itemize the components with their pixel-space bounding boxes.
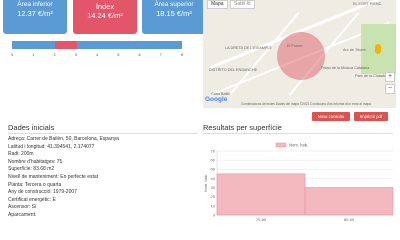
map-label: EL FORT PIENC xyxy=(353,2,382,6)
google-logo: Google xyxy=(205,96,228,103)
lower-area-box: Àrea inferior 12.37 €/m² xyxy=(3,0,67,34)
data-item: Nombre d'habitatges: 75 xyxy=(8,158,63,165)
map-label: El Fòrum xyxy=(287,44,303,48)
print-pdf-button[interactable]: Imprimir pdf xyxy=(354,112,388,121)
data-item: Radi: 200m xyxy=(8,151,34,158)
initial-data-title: Dades inicials xyxy=(8,123,55,132)
map-label: DISTRITO DEL ENSANCHE xyxy=(209,68,258,72)
map[interactable]: Mapa Satèl·lit LA DRETA DE L'EIXAMPLE DI… xyxy=(203,0,396,108)
scale-tick-label: 0 xyxy=(11,52,14,57)
data-item: Superfície: 83.68 m2 xyxy=(8,166,55,173)
scale-tick-label: 1 xyxy=(32,52,35,57)
y-tick-label: 0 xyxy=(213,212,216,217)
y-tick-label: 20 xyxy=(211,194,216,199)
data-item: Certificat energètic: E xyxy=(8,196,56,203)
index-value: 14.24 €/m² xyxy=(87,11,123,20)
data-item: Planta: Tercera o quarta xyxy=(8,181,62,188)
price-scale-highlight xyxy=(55,41,77,49)
index-title: Índex xyxy=(95,2,115,11)
y-tick-label: 40 xyxy=(211,176,216,181)
y-tick-label: 60 xyxy=(211,158,216,163)
y-tick-label: 10 xyxy=(211,203,216,208)
initial-data-list: Adreça: Carrer de Bailèn, 50, Barcelona,… xyxy=(8,136,198,220)
results-chart: Nom. hab. 0 10 20 30 40 50 60 70 Nom. hab. 70-80 80… xyxy=(203,142,394,222)
lower-area-value: 12.37 €/m² xyxy=(17,8,53,18)
radius-circle xyxy=(277,32,325,80)
data-item: Ascensor: Sí xyxy=(8,204,37,211)
divider xyxy=(8,133,198,134)
price-scale-bar xyxy=(12,41,182,49)
legend-label: Nom. hab. xyxy=(289,143,308,148)
data-item: Adreça: Carrer de Bailèn, 50, Barcelona,… xyxy=(8,136,119,142)
x-tick-label: 80-90 xyxy=(344,217,355,222)
upper-area-title: Àrea superior xyxy=(154,1,194,8)
divider xyxy=(203,133,393,134)
zoom-in-button[interactable]: + xyxy=(385,72,395,82)
map-label: Arc de Triomf xyxy=(343,48,366,52)
scale-tick-label: 2 xyxy=(53,52,56,57)
scale-tick-label: 8 xyxy=(181,52,184,57)
upper-area-value: 18.15 €/m² xyxy=(156,8,192,18)
scale-tick-label: 7 xyxy=(159,52,162,57)
chart-bar xyxy=(216,173,306,216)
legend-swatch xyxy=(275,142,287,148)
data-item: Nivell de manteniment: En perfecte estat xyxy=(8,173,99,180)
map-tab-satellite[interactable]: Satèl·lit xyxy=(230,0,255,9)
scale-tick-label: 5 xyxy=(117,52,120,57)
scale-tick-label: 4 xyxy=(96,52,99,57)
index-box: Índex 14.24 €/m² xyxy=(73,0,137,34)
data-item: Any de construcció: 1979-2007 xyxy=(8,189,77,196)
new-query-button[interactable]: Nova consulta xyxy=(312,112,350,121)
scale-tick-label: 6 xyxy=(138,52,141,57)
y-tick-label: 30 xyxy=(211,185,216,190)
x-tick-label: 70-80 xyxy=(256,217,267,222)
scale-tick-label: 3 xyxy=(74,52,77,57)
data-item: Latitud i longitud: 41.394541, 2.174077 xyxy=(8,143,95,150)
map-attribution: Combinacions de tecles Dades del mapa ©2… xyxy=(241,102,371,106)
chart-bar xyxy=(304,187,394,216)
data-item: Aparcament: xyxy=(8,211,37,218)
zoom-out-button[interactable]: − xyxy=(385,84,395,94)
y-tick-label: 50 xyxy=(211,167,216,172)
street-view-pegman-icon[interactable] xyxy=(375,44,381,54)
lower-area-title: Àrea inferior xyxy=(17,1,53,8)
y-tick-label: 70 xyxy=(211,148,216,153)
map-tab-map[interactable]: Mapa xyxy=(207,0,228,9)
results-title: Resultats per superfície xyxy=(203,123,282,132)
y-axis-label: Nom. hab. xyxy=(203,174,208,192)
map-label: Palau de la Música Catalana xyxy=(321,66,370,70)
map-label: LA DRETA DE L'EIXAMPLE xyxy=(225,46,273,50)
upper-area-box: Àrea superior 18.15 €/m² xyxy=(142,0,206,34)
